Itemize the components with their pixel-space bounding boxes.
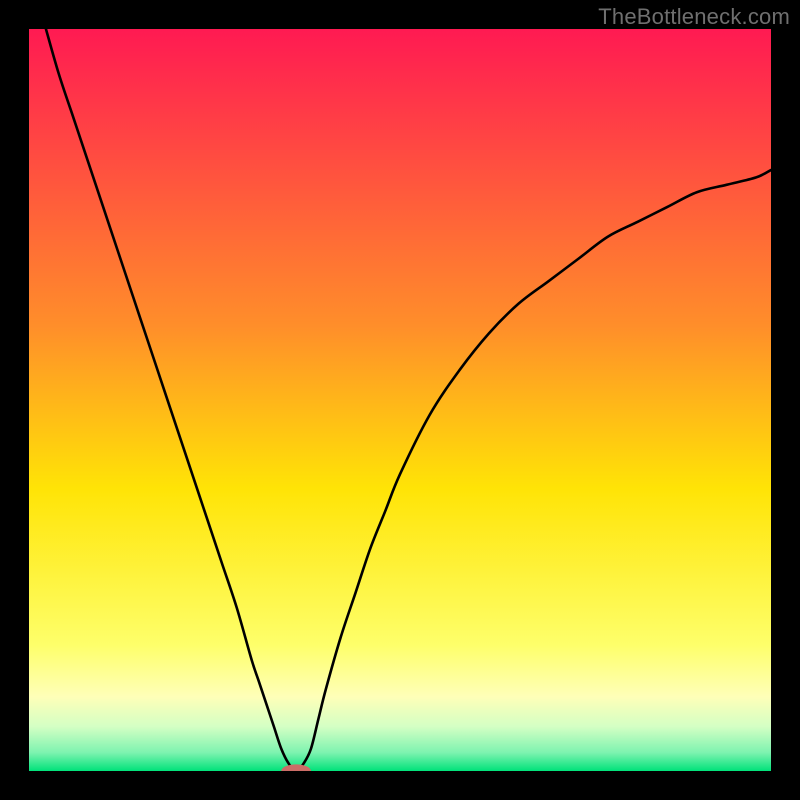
bottleneck-chart xyxy=(29,29,771,771)
plot-area xyxy=(29,29,771,771)
watermark-text: TheBottleneck.com xyxy=(598,4,790,30)
chart-container: TheBottleneck.com xyxy=(0,0,800,800)
gradient-background xyxy=(29,29,771,771)
